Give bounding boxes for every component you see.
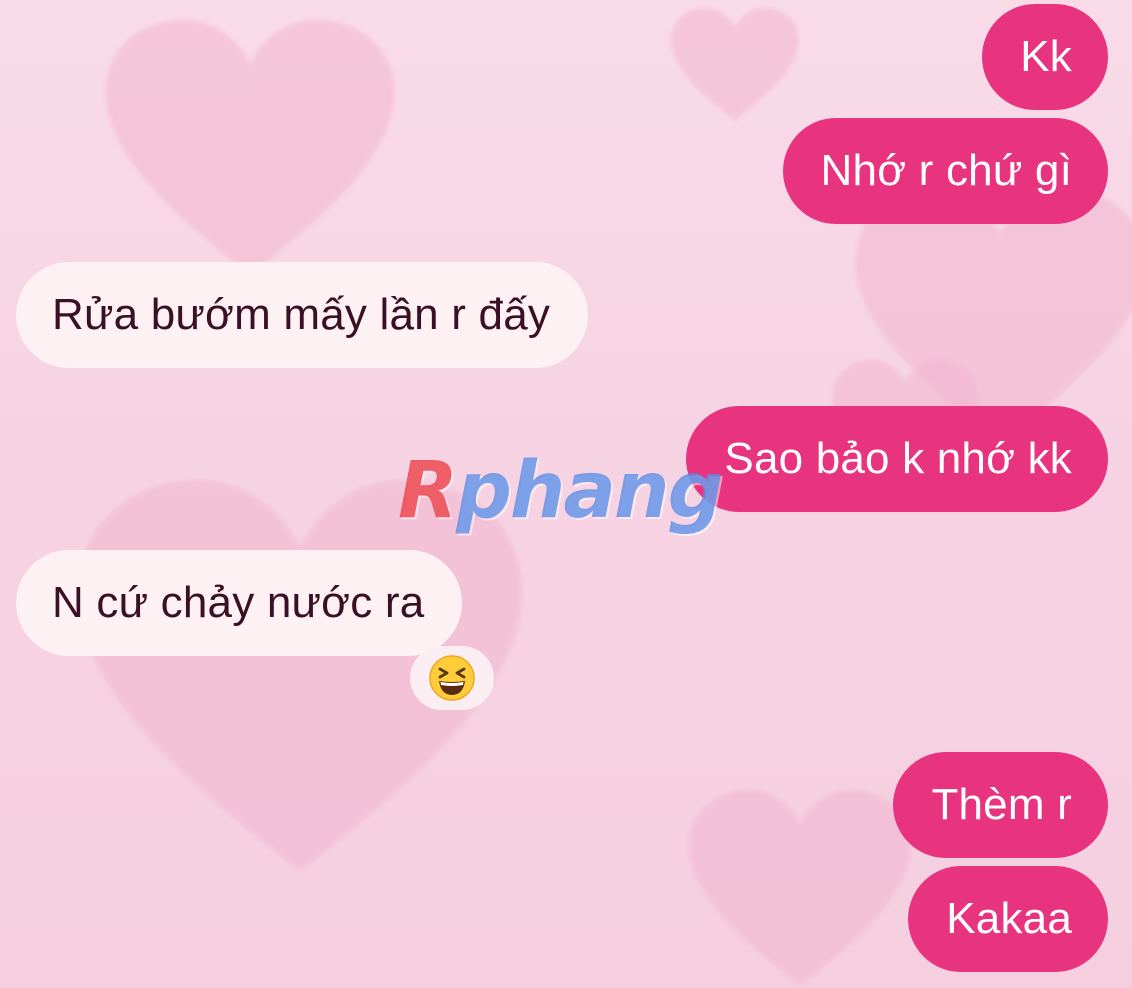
outgoing-message-bubble[interactable]: Kakaa <box>908 866 1108 972</box>
outgoing-message-bubble[interactable]: Sao bảo k nhớ kk <box>686 406 1108 512</box>
outgoing-message-bubble[interactable]: Nhớ r chứ gì <box>782 118 1108 224</box>
watermark-first-letter: R <box>398 446 458 536</box>
incoming-message-bubble[interactable]: Rửa bướm mấy lần r đấy <box>16 262 589 368</box>
watermark-rest: phang <box>456 446 723 536</box>
watermark-logo: Rphang <box>398 446 723 536</box>
heart-decoration-icon <box>105 20 395 275</box>
grinning-squinting-face-emoji-icon <box>429 655 475 701</box>
outgoing-message-bubble[interactable]: Thèm r <box>893 752 1108 858</box>
incoming-message-bubble[interactable]: N cứ chảy nước ra <box>16 550 463 656</box>
message-reaction[interactable] <box>410 646 494 710</box>
outgoing-message-bubble[interactable]: Kk <box>982 4 1108 110</box>
heart-decoration-icon <box>671 8 799 121</box>
